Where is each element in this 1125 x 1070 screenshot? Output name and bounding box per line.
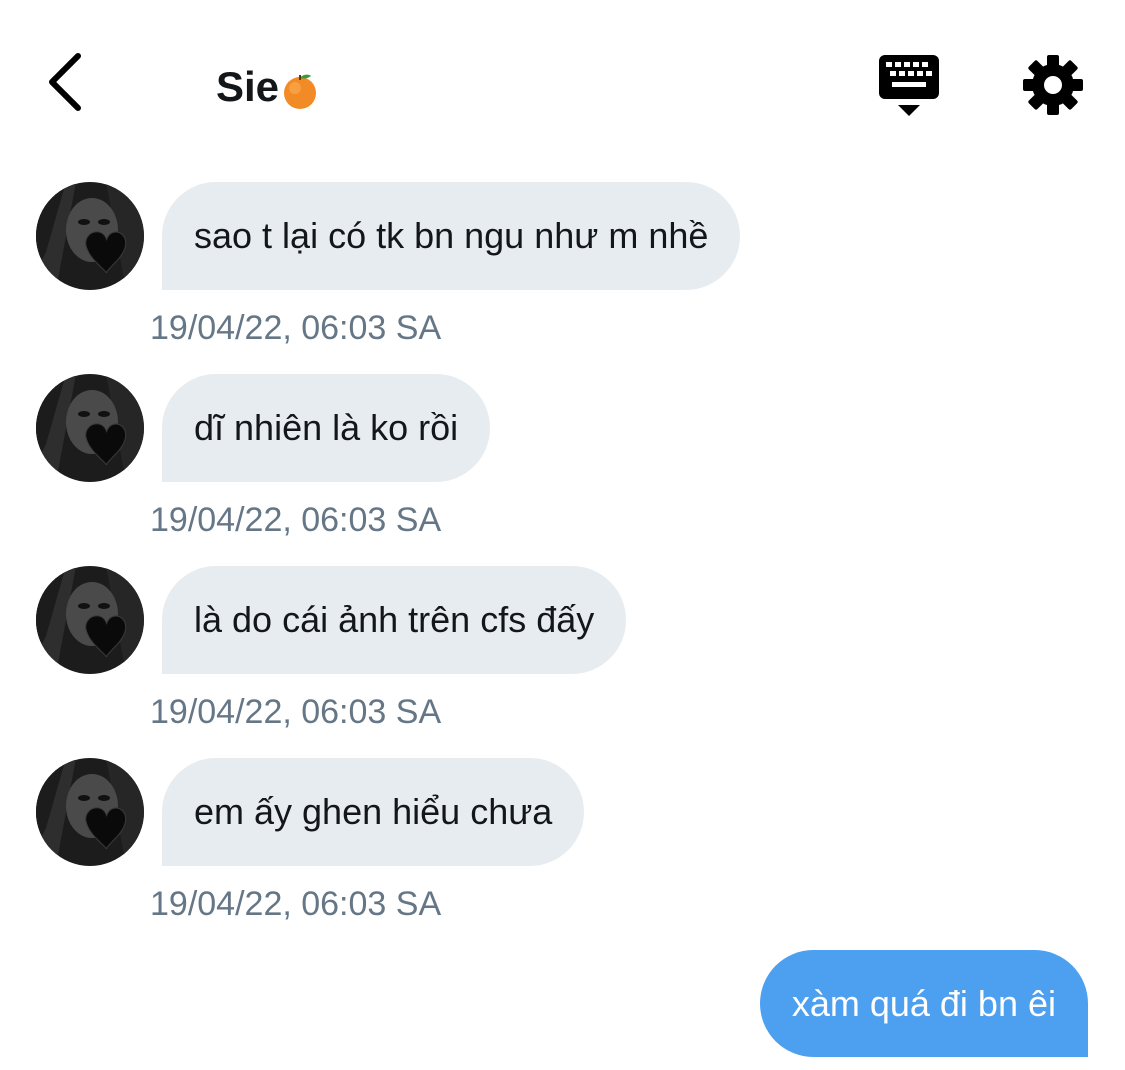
message-timestamp: 19/04/22, 06:03 SA bbox=[150, 693, 442, 731]
keyboard-icon bbox=[879, 55, 939, 116]
sender-avatar[interactable] bbox=[36, 758, 144, 866]
message-timestamp: 19/04/22, 06:03 SA bbox=[150, 309, 442, 347]
message-text: dĩ nhiên là ko rồi bbox=[194, 407, 459, 448]
settings-button[interactable] bbox=[1020, 52, 1086, 118]
message-timestamp: 19/04/22, 06:03 SA bbox=[150, 885, 442, 923]
incoming-message-bubble[interactable]: sao t lại có tk bn ngu như m nhề bbox=[162, 182, 741, 290]
sender-avatar[interactable] bbox=[36, 374, 144, 482]
gear-icon bbox=[1023, 55, 1083, 115]
chat-header: Sie bbox=[0, 0, 1125, 170]
incoming-message-bubble[interactable]: là do cái ảnh trên cfs đấy bbox=[162, 566, 627, 674]
conversation-title-text: Sie bbox=[216, 63, 280, 110]
outgoing-message-bubble[interactable]: xàm quá đi bn êi bbox=[759, 950, 1088, 1057]
tangerine-emoji-icon bbox=[281, 69, 319, 109]
message-text: xàm quá đi bn êi bbox=[791, 982, 1056, 1024]
message-text: em ấy ghen hiểu chưa bbox=[194, 791, 553, 832]
incoming-message-bubble[interactable]: em ấy ghen hiểu chưa bbox=[162, 758, 585, 866]
sender-avatar[interactable] bbox=[36, 182, 144, 290]
keyboard-toggle-button[interactable] bbox=[876, 52, 942, 118]
incoming-message-bubble[interactable]: dĩ nhiên là ko rồi bbox=[162, 374, 491, 482]
chevron-left-icon bbox=[49, 53, 81, 111]
conversation-title[interactable]: Sie bbox=[216, 60, 319, 114]
message-text: là do cái ảnh trên cfs đấy bbox=[194, 599, 595, 640]
message-text: sao t lại có tk bn ngu như m nhề bbox=[194, 215, 709, 256]
back-button[interactable] bbox=[40, 48, 100, 118]
sender-avatar[interactable] bbox=[36, 566, 144, 674]
message-timestamp: 19/04/22, 06:03 SA bbox=[150, 501, 442, 539]
